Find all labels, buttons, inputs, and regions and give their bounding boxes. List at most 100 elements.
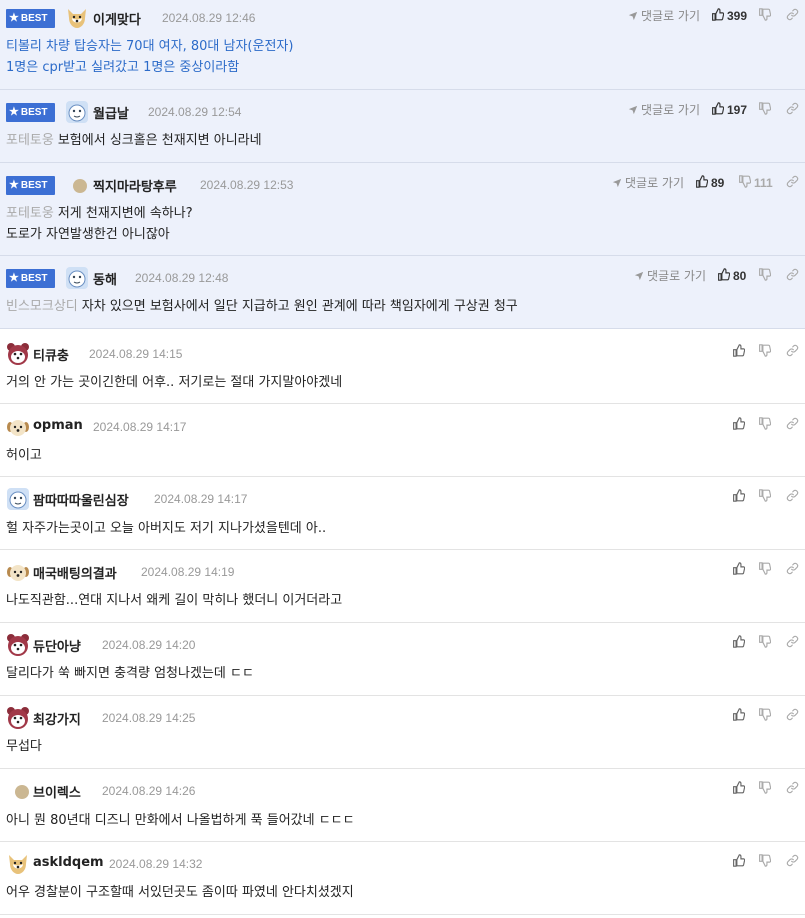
best-badge: ★ BEST — [6, 103, 55, 122]
link-button[interactable] — [786, 781, 799, 797]
link-button[interactable] — [786, 489, 799, 505]
best-comment: ★ BEST 이게맞다 2024.08.29 12:46 댓글로 가기 399 티볼리 차량… — [0, 0, 805, 90]
go-to-reply-button[interactable]: 댓글로 가기 — [628, 101, 700, 118]
dot-icon[interactable] — [10, 779, 34, 803]
nickname[interactable]: 동해 — [93, 269, 117, 288]
nickname[interactable]: 브이렉스 — [33, 782, 81, 801]
like-button[interactable] — [732, 489, 746, 505]
thumbs-down-icon — [758, 854, 772, 870]
like-button[interactable] — [732, 344, 746, 360]
puppy-icon[interactable] — [6, 560, 30, 584]
reply-label: 댓글로 가기 — [641, 9, 701, 23]
like-button[interactable]: 89 — [695, 175, 724, 191]
quoted-nickname[interactable]: 빈스모크상디 — [6, 299, 78, 314]
puppy-icon[interactable] — [6, 415, 30, 439]
comment-item: 팜따따따울린심장 2024.08.29 14:17 헐 자주가는곳이고 오늘 아버지… — [0, 477, 805, 550]
like-button[interactable] — [732, 417, 746, 433]
link-button[interactable] — [786, 562, 799, 578]
nickname[interactable]: 듀단아냥 — [33, 636, 81, 655]
dislike-button[interactable] — [758, 708, 772, 724]
link-button[interactable] — [786, 344, 799, 360]
comment-text: 무섭다 — [6, 736, 42, 757]
nickname[interactable]: 찍지마라탕후루 — [93, 176, 177, 195]
nickname[interactable]: 팜따따따울린심장 — [33, 490, 129, 509]
link-button[interactable] — [786, 417, 799, 433]
dog-icon[interactable] — [6, 852, 30, 876]
nickname[interactable]: 이게맞다 — [93, 9, 141, 28]
like-button[interactable] — [732, 854, 746, 870]
link-icon — [786, 8, 799, 24]
dislike-button[interactable] — [758, 635, 772, 651]
character-icon[interactable] — [65, 100, 89, 124]
like-button[interactable]: 80 — [717, 268, 746, 284]
dislike-button[interactable] — [758, 8, 774, 24]
dislike-button[interactable] — [758, 344, 772, 360]
thumbs-up-icon — [732, 562, 746, 578]
comment-text: 어우 경찰분이 구조할때 서있던곳도 좀이따 파였네 안다치셨겠지 — [6, 882, 354, 903]
dot-icon[interactable] — [68, 173, 92, 197]
link-icon — [786, 175, 799, 191]
character-icon[interactable] — [65, 266, 89, 290]
link-button[interactable] — [786, 635, 799, 651]
thumbs-up-icon — [717, 268, 731, 284]
link-button[interactable] — [786, 854, 799, 870]
comment-date: 2024.08.29 14:32 — [109, 857, 203, 871]
animal-icon[interactable] — [6, 342, 30, 366]
reply-label: 댓글로 가기 — [641, 103, 701, 117]
dog-icon[interactable] — [65, 6, 89, 30]
nickname[interactable]: askldqem — [33, 855, 104, 870]
dislike-button[interactable] — [758, 417, 772, 433]
best-badge: ★ BEST — [6, 269, 55, 288]
go-to-reply-button[interactable]: 댓글로 가기 — [612, 174, 684, 191]
animal-icon[interactable] — [6, 706, 30, 730]
animal-icon[interactable] — [6, 633, 30, 657]
dislike-button[interactable] — [758, 854, 772, 870]
comment-text: 포테토웅 보험에서 싱크홀은 천재지변 아니라네 — [6, 130, 262, 151]
link-icon — [786, 268, 799, 284]
best-label: BEST — [20, 180, 48, 191]
comment-line: 허이고 — [6, 448, 42, 463]
like-count: 80 — [733, 269, 747, 283]
dislike-button[interactable] — [758, 781, 772, 797]
best-badge: ★ BEST — [6, 9, 55, 28]
best-comment: ★ BEST 월급날 2024.08.29 12:54 댓글로 가기 197 포테토웅 보험에… — [0, 90, 805, 163]
nickname[interactable]: 매국배팅의결과 — [33, 563, 117, 582]
thumbs-up-icon — [732, 781, 746, 797]
star-icon: ★ — [9, 179, 19, 191]
comment-line: 티볼리 차량 탑승자는 70대 여자, 80대 남자(운전자) — [6, 39, 294, 54]
link-button[interactable] — [786, 8, 799, 24]
go-to-reply-button[interactable]: 댓글로 가기 — [634, 267, 706, 284]
nickname[interactable]: 월급날 — [93, 103, 129, 122]
like-button[interactable] — [732, 781, 746, 797]
nickname[interactable]: 최강가지 — [33, 709, 81, 728]
star-icon: ★ — [9, 12, 19, 24]
thumbs-down-icon — [758, 417, 772, 433]
link-button[interactable] — [786, 175, 799, 191]
nickname[interactable]: 티큐충 — [33, 345, 69, 364]
link-button[interactable] — [786, 268, 799, 284]
like-button[interactable] — [732, 708, 746, 724]
quoted-nickname[interactable]: 포테토웅 — [6, 206, 54, 221]
dislike-button[interactable] — [758, 102, 774, 118]
character-icon[interactable] — [6, 487, 30, 511]
thumbs-up-icon — [732, 635, 746, 651]
dislike-button[interactable] — [758, 268, 774, 284]
go-to-reply-button[interactable]: 댓글로 가기 — [628, 7, 700, 24]
dislike-button[interactable] — [758, 489, 772, 505]
comment-line: 헐 자주가는곳이고 오늘 아버지도 저기 지나가셨을텐데 아.. — [6, 521, 327, 536]
comment-date: 2024.08.29 14:17 — [154, 492, 248, 506]
like-button[interactable]: 197 — [711, 102, 747, 118]
quoted-nickname[interactable]: 포테토웅 — [6, 133, 54, 148]
nickname[interactable]: opman — [33, 418, 83, 433]
like-button[interactable] — [732, 562, 746, 578]
like-button[interactable] — [732, 635, 746, 651]
like-button[interactable]: 399 — [711, 8, 747, 24]
send-arrow-icon — [628, 103, 641, 117]
link-button[interactable] — [786, 708, 799, 724]
link-button[interactable] — [786, 102, 799, 118]
dislike-button[interactable]: 111 — [738, 175, 773, 191]
dislike-button[interactable] — [758, 562, 772, 578]
comment-line: 보험에서 싱크홀은 천재지변 아니라네 — [57, 133, 262, 148]
like-count: 89 — [711, 176, 725, 190]
reply-label: 댓글로 가기 — [647, 269, 707, 283]
